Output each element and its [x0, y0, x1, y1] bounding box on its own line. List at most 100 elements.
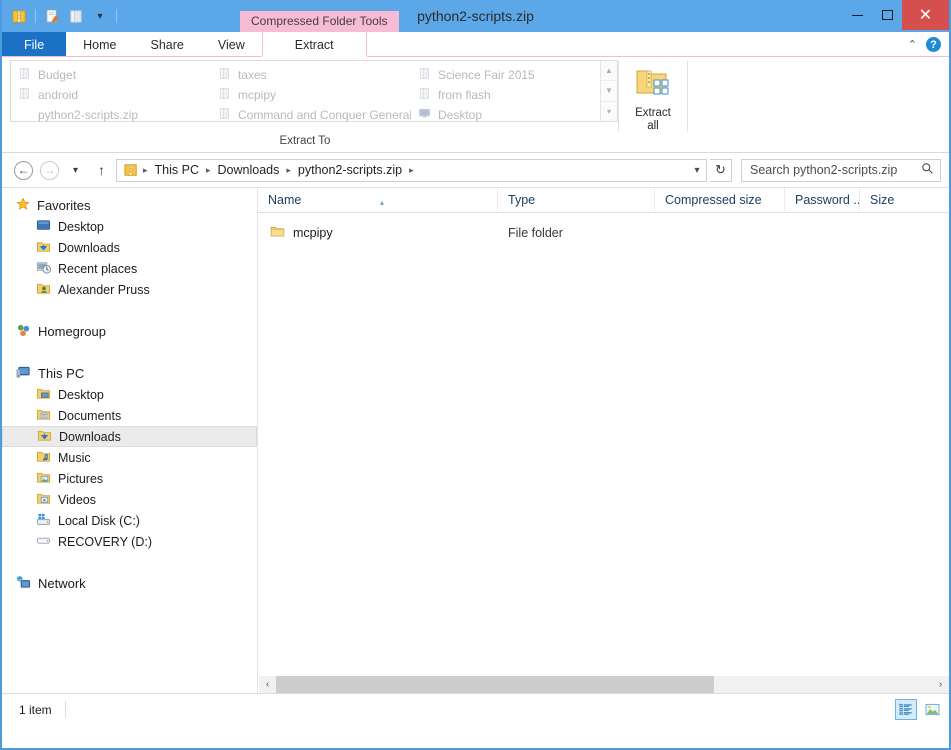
downloads-folder-icon [37, 428, 52, 446]
sort-ascending-icon: ▴ [380, 197, 385, 207]
large-icons-view-button[interactable] [921, 699, 943, 720]
gallery-more-icon[interactable]: ▾ [601, 102, 617, 121]
view-buttons [895, 699, 943, 720]
extract-all-button[interactable]: Extract all [619, 57, 687, 152]
network-icon [16, 575, 31, 593]
extract-all-icon [635, 65, 671, 104]
nav-section-favorites[interactable]: Favorites [2, 195, 257, 216]
scroll-right-icon[interactable]: › [932, 676, 949, 693]
sidebar-item-favorites-desktop[interactable]: Desktop [2, 216, 257, 237]
gallery-item-from-flash[interactable]: from flash [418, 85, 596, 105]
tab-share[interactable]: Share [134, 32, 201, 57]
gallery-item-science-fair-2015[interactable]: Science Fair 2015 [418, 65, 596, 85]
nav-label: This PC [38, 366, 85, 381]
sidebar-item-favorites-downloads[interactable]: Downloads [2, 237, 257, 258]
minimize-button[interactable] [842, 0, 872, 30]
tab-file-label: File [24, 37, 45, 52]
ribbon-divider-2 [687, 61, 688, 132]
nav-label: Downloads [59, 429, 121, 444]
sidebar-item-downloads[interactable]: Downloads [2, 426, 257, 447]
file-name-cell[interactable]: mcpipy [258, 224, 498, 242]
breadcrumb-this-pc[interactable]: This PC [151, 163, 203, 177]
gallery-column-3: Science Fair 2015 from flash Desktop [411, 61, 596, 122]
nav-label: Desktop [58, 387, 104, 402]
column-header-name[interactable]: Name ▴ [258, 188, 498, 213]
column-header-size[interactable]: Size [860, 188, 940, 213]
sidebar-item-music[interactable]: Music [2, 447, 257, 468]
sidebar-item-documents[interactable]: Documents [2, 405, 257, 426]
extract-all-label-line2: all [647, 120, 659, 132]
folder-icon [270, 224, 285, 242]
tab-view[interactable]: View [201, 32, 262, 57]
up-button[interactable]: ↑ [90, 159, 113, 182]
close-icon: ✕ [918, 5, 933, 24]
gallery-scrollbar[interactable]: ▲ ▼ ▾ [600, 61, 617, 121]
sidebar-item-local-disk-c[interactable]: Local Disk (C:) [2, 510, 257, 531]
gallery-item-mcpipy[interactable]: mcpipy [218, 85, 411, 105]
maximize-glyph [881, 10, 893, 20]
sidebar-item-network[interactable]: Network [2, 573, 257, 594]
scrollbar-thumb[interactable] [276, 676, 714, 693]
scroll-left-icon[interactable]: ‹ [259, 676, 276, 693]
table-row[interactable]: mcpipy File folder [258, 222, 949, 243]
gallery-item-android[interactable]: android [18, 85, 211, 105]
refresh-button[interactable]: ↻ [710, 158, 732, 182]
breadcrumb-separator[interactable]: ▸ [408, 165, 415, 176]
horizontal-scrollbar[interactable]: ‹ › [259, 676, 949, 693]
collapse-ribbon-icon[interactable]: ⌃ [908, 38, 917, 51]
sidebar-item-homegroup[interactable]: Homegroup [2, 321, 257, 342]
breadcrumb-downloads[interactable]: Downloads [214, 163, 284, 177]
nav-spacer-3 [2, 552, 257, 573]
extract-to-gallery[interactable]: Budget android python2-scripts.zip taxes… [10, 60, 618, 122]
recent-locations-button[interactable]: ▾ [64, 159, 87, 182]
new-folder-icon[interactable] [66, 6, 86, 26]
maximize-button[interactable] [872, 0, 902, 30]
sidebar-item-recent-places[interactable]: Recent places [2, 258, 257, 279]
folder-icon [18, 67, 31, 83]
details-view-button[interactable] [895, 699, 917, 720]
column-header-size-label: Size [870, 192, 895, 207]
qat-separator [35, 9, 36, 23]
sidebar-item-alexander-pruss[interactable]: Alexander Pruss [2, 279, 257, 300]
close-button[interactable]: ✕ [902, 0, 949, 30]
sidebar-item-pictures[interactable]: Pictures [2, 468, 257, 489]
nav-spacer-2 [2, 342, 257, 363]
search-input[interactable]: Search python2-scripts.zip [741, 158, 941, 182]
gallery-item-desktop[interactable]: Desktop [418, 105, 596, 125]
column-header-password[interactable]: Password ... [785, 188, 860, 213]
gallery-scroll-down-icon[interactable]: ▼ [601, 81, 617, 102]
breadcrumb-separator[interactable]: ▸ [142, 165, 149, 176]
column-header-type-label: Type [508, 192, 536, 207]
gallery-item-taxes[interactable]: taxes [218, 65, 411, 85]
address-dropdown-icon[interactable]: ▾ [688, 160, 706, 181]
gallery-item-command-and-conquer-generals[interactable]: Command and Conquer Generals [218, 105, 411, 125]
gallery-item-python2-scripts-zip[interactable]: python2-scripts.zip [18, 105, 211, 125]
gallery-item-budget[interactable]: Budget [18, 65, 211, 85]
sidebar-item-desktop[interactable]: Desktop [2, 384, 257, 405]
pictures-folder-icon [36, 470, 51, 488]
column-header-type[interactable]: Type [498, 188, 655, 213]
navigation-pane: Favorites Desktop Downloads Recent place… [2, 188, 258, 693]
breadcrumb-python2-scripts-zip[interactable]: python2-scripts.zip [294, 163, 406, 177]
gallery-item-label: from flash [438, 88, 491, 102]
zip-folder-icon [122, 163, 140, 177]
zip-folder-icon[interactable] [9, 6, 29, 26]
back-button[interactable]: ← [12, 159, 35, 182]
tab-file[interactable]: File [2, 32, 67, 57]
tab-home[interactable]: Home [66, 32, 133, 57]
breadcrumb-separator[interactable]: ▸ [205, 165, 212, 176]
magnifier-icon[interactable] [921, 162, 934, 178]
properties-icon[interactable] [42, 6, 62, 26]
tab-extract[interactable]: Extract [261, 32, 367, 58]
sidebar-item-videos[interactable]: Videos [2, 489, 257, 510]
forward-button[interactable]: → [38, 159, 61, 182]
breadcrumb-separator[interactable]: ▸ [285, 165, 292, 176]
gallery-scroll-up-icon[interactable]: ▲ [601, 61, 617, 82]
sidebar-item-this-pc[interactable]: This PC [2, 363, 257, 384]
user-folder-icon [36, 281, 51, 299]
customize-dropdown-icon[interactable]: ▾ [90, 6, 110, 26]
column-header-compressed-size[interactable]: Compressed size [655, 188, 785, 213]
address-field[interactable]: ▸ This PC ▸ Downloads ▸ python2-scripts.… [116, 158, 707, 182]
sidebar-item-recovery-d[interactable]: RECOVERY (D:) [2, 531, 257, 552]
help-icon[interactable]: ? [926, 37, 941, 52]
